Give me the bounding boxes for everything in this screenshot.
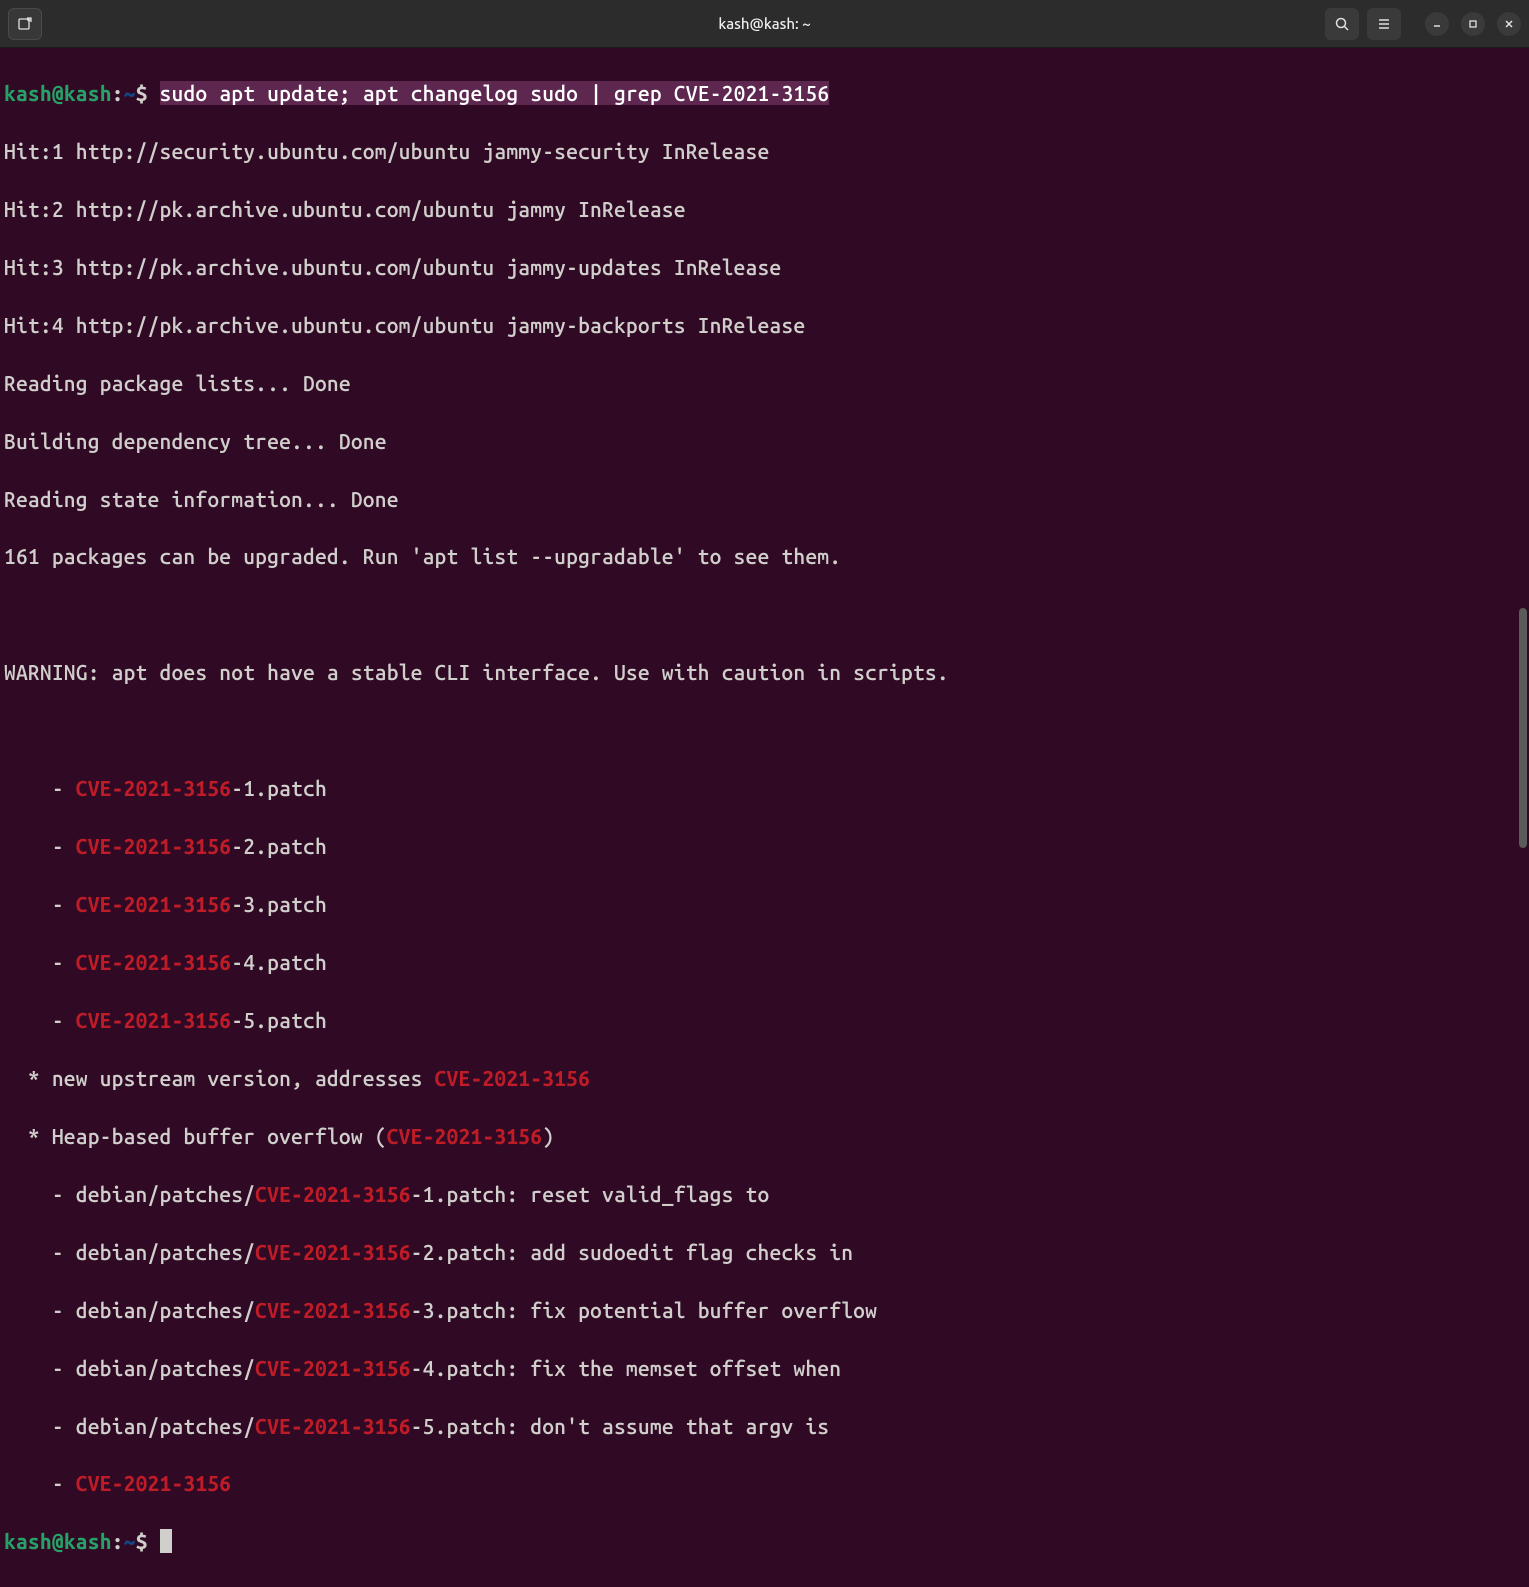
prompt-colon: : [112, 81, 124, 105]
close-icon [1504, 19, 1514, 29]
grep-line: - debian/patches/CVE-2021-3156-1.patch: … [4, 1180, 1525, 1209]
search-icon [1334, 16, 1350, 32]
output-hit: Hit:1 http://security.ubuntu.com/ubuntu … [4, 137, 1525, 166]
titlebar: kash@kash: ~ [0, 0, 1529, 48]
output-hit: Hit:2 http://pk.archive.ubuntu.com/ubunt… [4, 195, 1525, 224]
cve-match: CVE-2021-3156 [255, 1240, 410, 1264]
prompt-user: kash [4, 81, 52, 105]
output-hit: Hit:4 http://pk.archive.ubuntu.com/ubunt… [4, 311, 1525, 340]
output-building-tree: Building dependency tree... Done [4, 427, 1525, 456]
grep-line: * new upstream version, addresses CVE-20… [4, 1064, 1525, 1093]
menu-button[interactable] [1367, 8, 1401, 40]
window-title: kash@kash: ~ [512, 15, 1016, 32]
grep-line: * Heap-based buffer overflow (CVE-2021-3… [4, 1122, 1525, 1151]
minimize-button[interactable] [1425, 12, 1449, 36]
grep-line: - CVE-2021-3156-3.patch [4, 890, 1525, 919]
hamburger-icon [1376, 16, 1392, 32]
prompt-user: kash [4, 1529, 52, 1553]
grep-line: - debian/patches/CVE-2021-3156-5.patch: … [4, 1412, 1525, 1441]
window-controls [1425, 12, 1521, 36]
output-hit: Hit:3 http://pk.archive.ubuntu.com/ubunt… [4, 253, 1525, 282]
prompt-at: @ [52, 1529, 64, 1553]
grep-line: - CVE-2021-3156-4.patch [4, 948, 1525, 977]
scrollbar-thumb[interactable] [1519, 608, 1527, 848]
close-button[interactable] [1497, 12, 1521, 36]
prompt-path: ~ [124, 81, 136, 105]
search-button[interactable] [1325, 8, 1359, 40]
output-reading-lists: Reading package lists... Done [4, 369, 1525, 398]
cve-match: CVE-2021-3156 [435, 1066, 590, 1090]
empty-line [4, 600, 1525, 629]
cve-match: CVE-2021-3156 [76, 950, 231, 974]
output-reading-state: Reading state information... Done [4, 485, 1525, 514]
terminal-content[interactable]: kash@kash:~$ sudo apt update; apt change… [0, 48, 1529, 1587]
new-tab-button[interactable] [8, 8, 42, 40]
cve-match: CVE-2021-3156 [76, 834, 231, 858]
grep-line: - debian/patches/CVE-2021-3156-3.patch: … [4, 1296, 1525, 1325]
new-tab-icon [17, 16, 33, 32]
grep-line: - CVE-2021-3156 [4, 1469, 1525, 1498]
titlebar-left [8, 8, 512, 40]
prompt-line: kash@kash:~$ sudo apt update; apt change… [4, 79, 1525, 108]
empty-line [4, 716, 1525, 745]
prompt-line-empty: kash@kash:~$ [4, 1527, 1525, 1556]
grep-line: - debian/patches/CVE-2021-3156-4.patch: … [4, 1354, 1525, 1383]
scrollbar[interactable] [1517, 48, 1529, 857]
grep-line: - debian/patches/CVE-2021-3156-2.patch: … [4, 1238, 1525, 1267]
cve-match: CVE-2021-3156 [76, 892, 231, 916]
maximize-button[interactable] [1461, 12, 1485, 36]
prompt-colon: : [112, 1529, 124, 1553]
cve-match: CVE-2021-3156 [255, 1182, 410, 1206]
grep-line: - CVE-2021-3156-5.patch [4, 1006, 1525, 1035]
prompt-dollar: $ [136, 1529, 148, 1553]
cve-match: CVE-2021-3156 [255, 1414, 410, 1438]
output-upgradable: 161 packages can be upgraded. Run 'apt l… [4, 542, 1525, 571]
prompt-host: kash [64, 81, 112, 105]
titlebar-right [1017, 8, 1521, 40]
cve-match: CVE-2021-3156 [387, 1124, 542, 1148]
minimize-icon [1432, 19, 1442, 29]
cve-match: CVE-2021-3156 [76, 776, 231, 800]
prompt-path: ~ [124, 1529, 136, 1553]
maximize-icon [1468, 19, 1478, 29]
cve-match: CVE-2021-3156 [76, 1471, 231, 1495]
prompt-host: kash [64, 1529, 112, 1553]
grep-line: - CVE-2021-3156-1.patch [4, 774, 1525, 803]
cve-match: CVE-2021-3156 [76, 1008, 231, 1032]
prompt-dollar: $ [136, 81, 148, 105]
cve-match: CVE-2021-3156 [255, 1298, 410, 1322]
cursor [160, 1529, 172, 1553]
prompt-at: @ [52, 81, 64, 105]
output-warning: WARNING: apt does not have a stable CLI … [4, 658, 1525, 687]
command-text: sudo apt update; apt changelog sudo | gr… [160, 81, 830, 105]
cve-match: CVE-2021-3156 [255, 1356, 410, 1380]
